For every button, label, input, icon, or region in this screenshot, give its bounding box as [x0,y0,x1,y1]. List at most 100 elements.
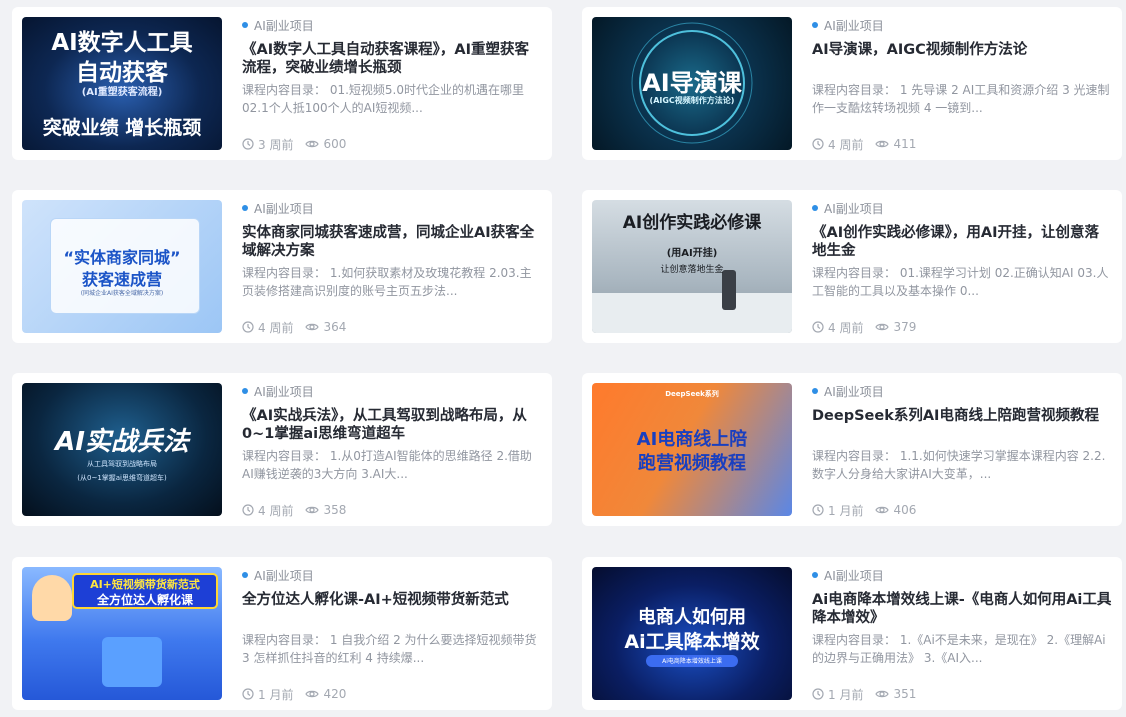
view-count: 364 [323,320,347,334]
post-time: 3 周前 [258,137,294,152]
eye-icon [305,323,320,331]
course-thumbnail[interactable]: AI数字人工具 自动获客 (AI重塑获客流程) 突破业绩 增长瓶颈 [22,17,222,150]
course-card[interactable]: AI创作实践必修课 (用AI开挂) 让创意落地生金 AI副业项目 《AI创作实践… [582,190,1122,343]
thumb-text: 跑营视频教程 [638,453,746,474]
thumb-text: Ai电商降本增效线上课 [662,658,722,665]
thumb-text: DeepSeek系列 [665,390,719,398]
thumb-text: (AIGC视频制作方法论) [649,96,735,105]
microscope [722,270,736,310]
thumb-text: 自动获客 [76,60,168,86]
category-dot [812,205,818,211]
clock-icon [812,504,824,516]
thumb-text: AI数字人工具 [51,30,193,56]
course-description: 课程内容目录： 1.如何获取素材及玫瑰花教程 2.03.主页装修搭建高识别度的账… [242,266,532,298]
post-time: 1 月前 [258,687,294,702]
thumb-text: 突破业绩 增长瓶颈 [42,117,202,139]
category-tag[interactable]: AI副业项目 [812,383,1112,399]
course-description: 课程内容目录： 01.短视频5.0时代企业的机遇在哪里 02.1个人抵100个人… [242,83,524,115]
thumb-text: 电商人如何用 [638,607,746,628]
course-title[interactable]: Ai电商降本增效线上课-《电商人如何用Ai工具降本增效》 [812,591,1112,627]
course-thumbnail[interactable]: AI+短视频带货新范式 全方位达人孵化课 [22,567,222,700]
course-thumbnail[interactable]: 电商人如何用 Ai工具降本增效 Ai电商降本增效线上课 [592,567,792,700]
category-dot [812,388,818,394]
category-dot [242,22,248,28]
course-title[interactable]: DeepSeek系列AI电商线上陪跑营视频教程 [812,407,1112,443]
course-meta: 1 月前 351 [812,687,917,702]
category-tag[interactable]: AI副业项目 [812,200,1112,216]
course-thumbnail[interactable]: AI实战兵法 从工具驾驭到战略布局 (从0~1掌握ai思维弯道超车) [22,383,222,516]
course-title[interactable]: 实体商家同城获客速成营，同城企业AI获客全域解决方案 [242,224,542,260]
thumb-text: (从0~1掌握ai思维弯道超车) [77,474,167,482]
thumb-text: 让创意落地生金 [660,265,724,275]
category-dot [242,388,248,394]
course-card[interactable]: AI实战兵法 从工具驾驭到战略布局 (从0~1掌握ai思维弯道超车) AI副业项… [12,373,552,526]
lab-bench [592,293,792,333]
clock-icon [242,321,254,333]
thumb-text: Ai工具降本增效 [624,631,760,653]
course-card[interactable]: 电商人如何用 Ai工具降本增效 Ai电商降本增效线上课 AI副业项目 Ai电商降… [582,557,1122,710]
clock-icon [812,138,824,150]
course-thumbnail[interactable]: “实体商家同城” 获客速成营 (同城企业AI获客全域解决方案) [22,200,222,333]
course-meta: 1 月前 406 [812,503,917,518]
clock-icon [242,688,254,700]
view-count: 379 [893,320,917,334]
view-count: 358 [323,503,347,517]
course-thumbnail[interactable]: DeepSeek系列 AI电商线上陪 跑营视频教程 [592,383,792,516]
eye-icon [875,506,890,514]
view-count: 600 [323,137,347,151]
post-time: 1 月前 [828,687,864,702]
course-thumbnail[interactable]: AI创作实践必修课 (用AI开挂) 让创意落地生金 [592,200,792,333]
eye-icon [875,690,890,698]
course-card[interactable]: AI导演课 (AIGC视频制作方法论) AI副业项目 AI导演课，AIGC视频制… [582,7,1122,160]
course-card[interactable]: “实体商家同城” 获客速成营 (同城企业AI获客全域解决方案) AI副业项目 实… [12,190,552,343]
course-title[interactable]: 全方位达人孵化课-AI+短视频带货新范式 [242,591,542,627]
cartoon-character [32,575,72,621]
post-time: 4 周前 [828,137,864,152]
course-description: 课程内容目录： 1 自我介绍 2 为什么要选择短视频带货 3 怎样抓住抖音的红利… [242,633,537,665]
category-tag[interactable]: AI副业项目 [242,200,542,216]
thumb-text: 获客速成营 [81,270,162,289]
eye-icon [875,323,890,331]
thumb-text: “实体商家同城” [63,248,181,267]
eye-icon [305,506,320,514]
course-title[interactable]: 《AI实战兵法》，从工具驾驭到战略布局，从0~1掌握ai思维弯道超车 [242,407,542,443]
course-card[interactable]: DeepSeek系列 AI电商线上陪 跑营视频教程 AI副业项目 DeepSee… [582,373,1122,526]
view-count: 351 [893,687,917,701]
post-time: 4 周前 [258,503,294,518]
course-meta: 4 周前 364 [242,320,347,335]
category-tag[interactable]: AI副业项目 [242,17,542,33]
view-count: 406 [893,503,917,517]
category-tag[interactable]: AI副业项目 [812,17,1112,33]
course-meta: 4 周前 358 [242,503,347,518]
eye-icon [305,140,320,148]
course-card[interactable]: AI数字人工具 自动获客 (AI重塑获客流程) 突破业绩 增长瓶颈 AI副业项目… [12,7,552,160]
post-time: 4 周前 [258,320,294,335]
thumb-text: (AI重塑获客流程) [81,87,163,98]
category-tag[interactable]: AI副业项目 [242,383,542,399]
view-count: 420 [323,687,347,701]
course-description: 课程内容目录： 01.课程学习计划 02.正确认知AI 03.人工智能的工具以及… [812,266,1109,298]
course-card[interactable]: AI+短视频带货新范式 全方位达人孵化课 AI副业项目 全方位达人孵化课-AI+… [12,557,552,710]
thumb-text: AI实战兵法 [55,427,189,457]
course-thumbnail[interactable]: AI导演课 (AIGC视频制作方法论) [592,17,792,150]
course-meta: 4 周前 411 [812,137,916,152]
course-title[interactable]: 《AI数字人工具自动获客课程》，AI重塑获客流程，突破业绩增长瓶颈 [242,41,542,77]
post-time: 1 月前 [828,503,864,518]
thumb-text: (用AI开挂) [666,248,718,259]
post-time: 4 周前 [828,320,864,335]
category-dot [242,572,248,578]
eye-icon [875,140,890,148]
thumb-text: AI导演课 [642,69,742,97]
course-description: 课程内容目录： 1.从0打造AI智能体的思维路径 2.借助AI赚钱逆袭的3大方向… [242,449,532,481]
clock-icon [242,504,254,516]
course-description: 课程内容目录： 1 先导课 2 AI工具和资源介绍 3 光速制作一支酷炫转场视频… [812,83,1110,115]
course-description: 课程内容目录： 1.《Ai不是未来，是现在》 2.《理解Ai的边界与正确用法》 … [812,633,1106,665]
thumb-text: (同城企业AI获客全域解决方案) [80,290,164,297]
course-title[interactable]: AI导演课，AIGC视频制作方法论 [812,41,1112,77]
course-meta: 1 月前 420 [242,687,347,702]
eye-icon [305,690,320,698]
category-tag[interactable]: AI副业项目 [812,567,1112,583]
category-tag[interactable]: AI副业项目 [242,567,542,583]
thumb-text: AI电商线上陪 [636,429,748,450]
course-title[interactable]: 《AI创作实践必修课》，用AI开挂，让创意落地生金 [812,224,1112,260]
